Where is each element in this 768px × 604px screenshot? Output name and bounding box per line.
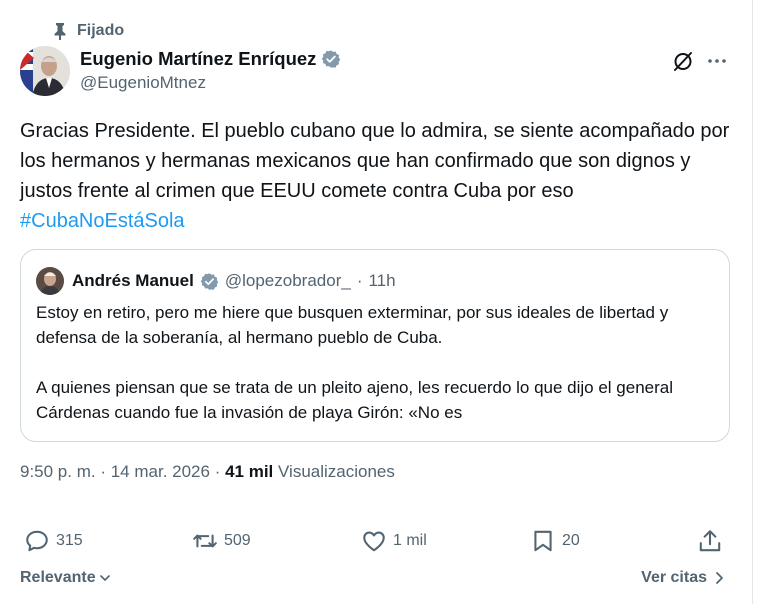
action-bar: 315 509 1 mil 20 bbox=[0, 523, 752, 559]
hashtag-link[interactable]: #CubaNoEstáSola bbox=[20, 210, 185, 232]
tweet-date[interactable]: 14 mar. 2026 bbox=[111, 462, 210, 481]
like-button[interactable]: 1 mil bbox=[361, 523, 427, 559]
views-label: Visualizaciones bbox=[278, 462, 395, 481]
sort-label: Relevante bbox=[20, 569, 96, 586]
tweet-text: Gracias Presidente. El pueblo cubano que… bbox=[20, 116, 740, 236]
quoted-paragraph: Estoy en retiro, pero me hiere que busqu… bbox=[36, 303, 669, 347]
quoted-tweet[interactable]: Andrés Manuel @lopezobrador_ · 11h Estoy… bbox=[20, 249, 730, 442]
verified-badge-icon[interactable] bbox=[321, 49, 341, 69]
view-quotes-label: Ver citas bbox=[641, 569, 707, 586]
quoted-author-avatar[interactable] bbox=[36, 267, 64, 295]
pinned-label: Fijado bbox=[77, 22, 125, 39]
meta-dot: · bbox=[209, 462, 226, 481]
quoted-tweet-text: Estoy en retiro, pero me hiere que busqu… bbox=[36, 300, 716, 425]
quoted-tweet-header: Andrés Manuel @lopezobrador_ · 11h bbox=[36, 267, 396, 295]
quoted-separator: · bbox=[356, 271, 363, 290]
author-name[interactable]: Eugenio Martínez Enríquez bbox=[80, 48, 316, 70]
views-count: 41 mil bbox=[225, 462, 274, 481]
chevron-right-icon bbox=[716, 572, 723, 584]
author-block: Eugenio Martínez Enríquez @EugenioMtnez bbox=[80, 46, 341, 93]
pinned-indicator: Fijado bbox=[52, 20, 124, 42]
quoted-author-handle[interactable]: @lopezobrador_ bbox=[225, 271, 351, 291]
share-icon bbox=[699, 530, 721, 552]
meta-dot: · bbox=[95, 462, 111, 481]
heart-icon bbox=[363, 531, 385, 552]
pin-icon bbox=[54, 23, 66, 40]
avatar-image bbox=[20, 46, 70, 96]
tweet-meta: 9:50 p. m. · 14 mar. 2026 · 41 mil Visua… bbox=[20, 462, 395, 482]
author-handle[interactable]: @EugenioMtnez bbox=[80, 73, 341, 93]
quoted-time[interactable]: 11h bbox=[368, 271, 395, 291]
reply-count: 315 bbox=[56, 532, 83, 549]
bookmark-button[interactable]: 20 bbox=[530, 523, 580, 559]
author-avatar[interactable] bbox=[20, 46, 70, 96]
repost-count: 509 bbox=[224, 532, 251, 549]
grok-icon[interactable] bbox=[671, 49, 695, 73]
replies-toolbar: Relevante Ver citas bbox=[20, 566, 730, 594]
repost-icon bbox=[193, 534, 217, 548]
reply-icon bbox=[26, 530, 48, 552]
like-count: 1 mil bbox=[393, 532, 427, 549]
column-divider bbox=[752, 0, 753, 604]
sort-dropdown[interactable]: Relevante bbox=[20, 569, 111, 587]
tweet-time[interactable]: 9:50 p. m. bbox=[20, 462, 96, 481]
reply-button[interactable]: 315 bbox=[24, 523, 83, 559]
quoted-paragraph: A quienes piensan que se trata de un ple… bbox=[36, 378, 674, 422]
chevron-down-icon bbox=[99, 575, 110, 581]
bookmark-icon bbox=[534, 530, 552, 552]
repost-button[interactable]: 509 bbox=[192, 523, 251, 559]
view-quotes-link[interactable]: Ver citas bbox=[641, 569, 725, 587]
quoted-author-name[interactable]: Andrés Manuel bbox=[72, 271, 194, 291]
tweet-body: Gracias Presidente. El pueblo cubano que… bbox=[20, 120, 730, 202]
bookmark-count: 20 bbox=[562, 532, 580, 549]
quoted-verified-badge-icon[interactable] bbox=[200, 272, 219, 291]
more-options-icon[interactable] bbox=[705, 49, 729, 73]
share-button[interactable] bbox=[697, 523, 723, 559]
